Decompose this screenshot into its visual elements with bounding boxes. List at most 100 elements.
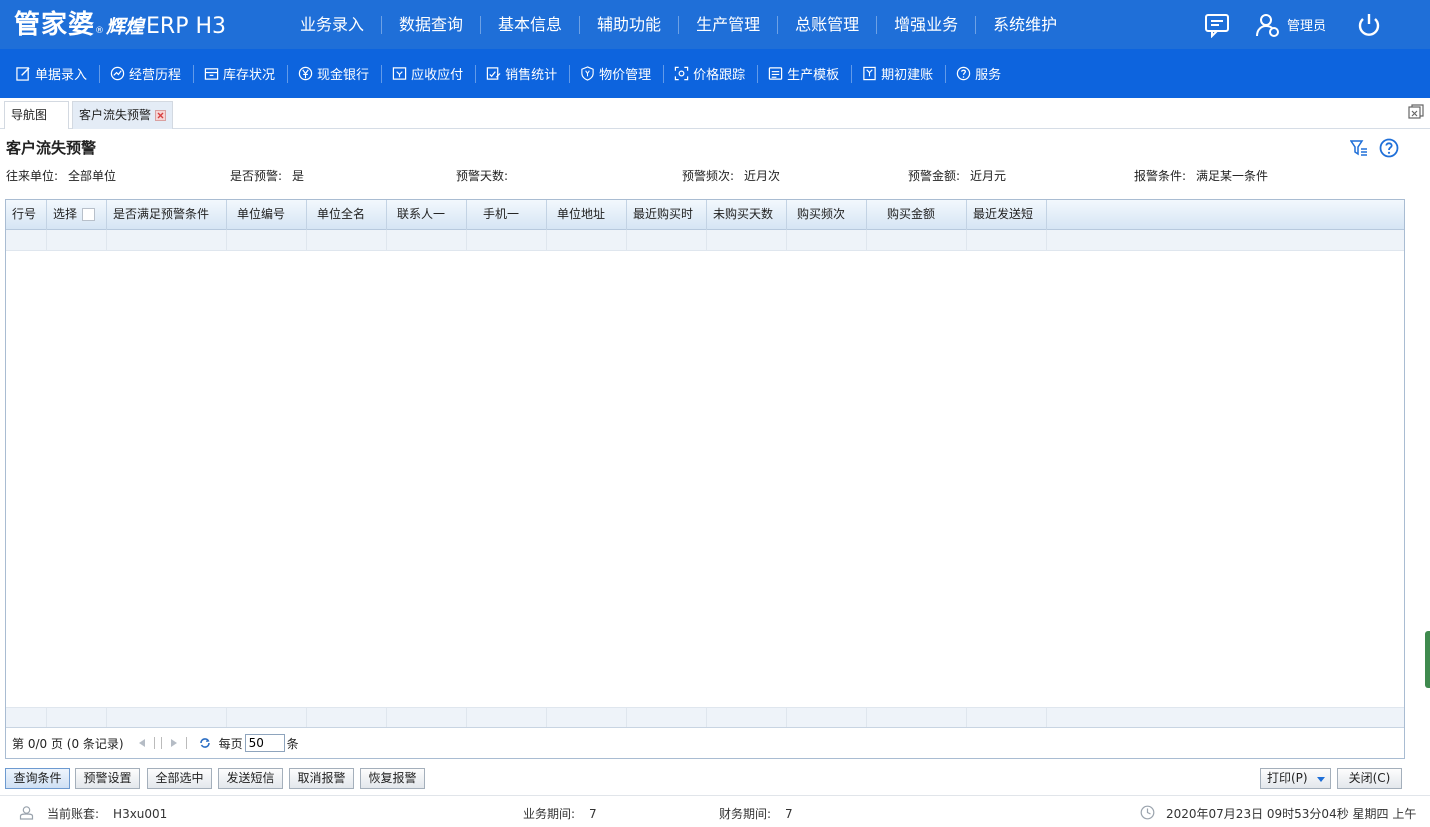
help-circle-icon xyxy=(956,66,971,81)
nav-aux-functions[interactable]: 辅助功能 xyxy=(580,15,680,34)
restore-alarm-button[interactable]: 恢复报警 xyxy=(360,768,425,789)
edit-icon xyxy=(16,67,30,81)
message-icon[interactable] xyxy=(1204,12,1230,38)
toolbar-price-tracking[interactable]: 价格跟踪 xyxy=(664,64,759,83)
criteria-warning-frequency: 预警频次: 近月次 xyxy=(682,167,780,184)
toolbar-label: 经营历程 xyxy=(129,68,182,83)
account-icon xyxy=(19,806,34,820)
criteria-value: 是 xyxy=(292,169,305,183)
col-meets-condition[interactable]: 是否满足预警条件 xyxy=(107,200,227,230)
col-mobile[interactable]: 手机一 xyxy=(467,200,547,230)
user-name[interactable]: 管理员 xyxy=(1287,15,1326,34)
status-value: 7 xyxy=(785,807,793,821)
logo-series: 辉煌 xyxy=(106,16,145,38)
criteria-warning-days: 预警天数: xyxy=(456,167,518,184)
inventory-icon xyxy=(204,68,219,80)
refresh-icon[interactable] xyxy=(199,737,211,749)
toolbar-label: 服务 xyxy=(975,68,1002,83)
restore-window-icon[interactable] xyxy=(1408,104,1424,120)
pager-separator xyxy=(160,737,162,749)
user-icon[interactable] xyxy=(1255,12,1281,38)
toolbar-service[interactable]: 服务 xyxy=(946,65,1013,83)
col-unit-code[interactable]: 单位编号 xyxy=(227,200,307,230)
nav-business-entry[interactable]: 业务录入 xyxy=(283,15,383,34)
criteria-label: 预警天数: xyxy=(456,169,509,183)
grid-header: 行号 选择 是否满足预警条件 单位编号 单位全名 联系人一 手机一 单位地址 最… xyxy=(6,200,1404,230)
criteria-label: 往来单位: xyxy=(6,169,59,183)
criteria-label: 预警频次: xyxy=(682,169,735,183)
query-criteria: 往来单位: 全部单位 是否预警: 是 预警天数: 预警频次: 近月次 预警金额: 近月元… xyxy=(6,167,1426,183)
send-sms-button[interactable]: 发送短信 xyxy=(218,768,283,789)
tab-label: 客户流失预警 xyxy=(79,108,152,122)
col-select[interactable]: 选择 xyxy=(47,200,107,230)
data-grid: 行号 选择 是否满足预警条件 单位编号 单位全名 联系人一 手机一 单位地址 最… xyxy=(5,199,1405,759)
per-page-label: 每页 xyxy=(218,736,243,751)
track-icon xyxy=(674,66,689,81)
status-financial-period: 财务期间: 7 xyxy=(719,805,793,822)
toolbar-inventory-status[interactable]: 库存状况 xyxy=(194,64,289,83)
ledger-icon xyxy=(863,66,876,81)
status-value: 7 xyxy=(589,807,597,821)
col-contact[interactable]: 联系人一 xyxy=(387,200,467,230)
tab-label: 导航图 xyxy=(11,108,48,122)
toolbar-receivable-payable[interactable]: 应收应付 xyxy=(382,64,477,83)
col-select-label: 选择 xyxy=(53,207,78,221)
toolbar-production-template[interactable]: 生产模板 xyxy=(758,64,853,83)
help-icon[interactable] xyxy=(1379,138,1399,158)
col-row-no[interactable]: 行号 xyxy=(6,200,47,230)
nav-basic-info[interactable]: 基本信息 xyxy=(481,15,581,34)
close-button[interactable]: 关闭(C) xyxy=(1337,768,1402,789)
chevron-down-icon[interactable] xyxy=(1317,777,1325,782)
criteria-warning-amount: 预警金额: 近月元 xyxy=(908,167,1006,184)
stats-icon xyxy=(486,67,501,80)
tab-customer-churn-warning[interactable]: 客户流失预警 xyxy=(72,101,173,129)
toolbar-cash-bank[interactable]: 现金银行 xyxy=(288,64,383,83)
criteria-is-warning: 是否预警: 是 xyxy=(230,167,304,184)
pager-separator xyxy=(153,737,155,749)
page-size-input[interactable] xyxy=(244,734,285,752)
main-nav: 业务录入 数据查询 基本信息 辅助功能 生产管理 总账管理 增强业务 系统维护 xyxy=(283,0,1074,49)
col-address[interactable]: 单位地址 xyxy=(547,200,627,230)
select-all-button[interactable]: 全部选中 xyxy=(147,768,212,789)
toolbar-business-history[interactable]: 经营历程 xyxy=(100,64,195,83)
select-all-checkbox[interactable] xyxy=(82,208,96,221)
toolbar-price-management[interactable]: 物价管理 xyxy=(570,64,665,83)
next-page-icon[interactable] xyxy=(168,737,180,749)
cancel-alarm-button[interactable]: 取消报警 xyxy=(289,768,354,789)
nav-enhanced-business[interactable]: 增强业务 xyxy=(877,15,977,34)
col-last-sms[interactable]: 最近发送短 xyxy=(967,200,1047,230)
nav-general-ledger[interactable]: 总账管理 xyxy=(778,15,878,34)
col-purchase-frequency[interactable]: 购买频次 xyxy=(787,200,867,230)
pager-separator xyxy=(185,737,187,749)
col-unit-name[interactable]: 单位全名 xyxy=(307,200,387,230)
toolbar-document-entry[interactable]: 单据录入 xyxy=(6,64,101,83)
criteria-label: 报警条件: xyxy=(1134,169,1187,183)
status-label: 业务期间: xyxy=(523,807,576,821)
page-title: 客户流失预警 xyxy=(6,139,97,157)
toolbar-opening-accounts[interactable]: 期初建账 xyxy=(852,64,947,83)
logo-main: 管家婆 xyxy=(14,10,96,40)
toolbar-label: 价格跟踪 xyxy=(693,68,746,83)
power-icon[interactable] xyxy=(1356,12,1382,38)
top-bar: 管家婆 ® 辉煌 ERP H3 业务录入 数据查询 基本信息 辅助功能 生产管理 总账… xyxy=(0,0,1430,49)
nav-production[interactable]: 生产管理 xyxy=(679,15,779,34)
pager: 第 0/0 页 (0 条记录) 每页 条 xyxy=(6,727,1404,758)
warning-settings-button[interactable]: 预警设置 xyxy=(75,768,140,789)
criteria-value: 近月元 xyxy=(970,169,1007,183)
criteria-partner: 往来单位: 全部单位 xyxy=(6,167,116,184)
nav-data-query[interactable]: 数据查询 xyxy=(382,15,482,34)
yuan-icon xyxy=(298,66,313,81)
filter-icon[interactable] xyxy=(1350,139,1368,157)
print-button[interactable]: 打印(P) xyxy=(1260,768,1331,789)
col-days-no-purchase[interactable]: 未购买天数 xyxy=(707,200,787,230)
prev-page-icon[interactable] xyxy=(136,737,148,749)
side-panel-handle[interactable] xyxy=(1425,631,1430,688)
col-last-purchase[interactable]: 最近购买时 xyxy=(627,200,707,230)
per-page-unit: 条 xyxy=(286,736,299,751)
query-conditions-button[interactable]: 查询条件 xyxy=(5,768,70,789)
tab-navigation-map[interactable]: 导航图 xyxy=(4,101,69,129)
toolbar-sales-stats[interactable]: 销售统计 xyxy=(476,64,571,83)
col-purchase-amount[interactable]: 购买金额 xyxy=(867,200,967,230)
close-icon[interactable] xyxy=(155,110,167,121)
nav-system-maintenance[interactable]: 系统维护 xyxy=(976,15,1074,34)
